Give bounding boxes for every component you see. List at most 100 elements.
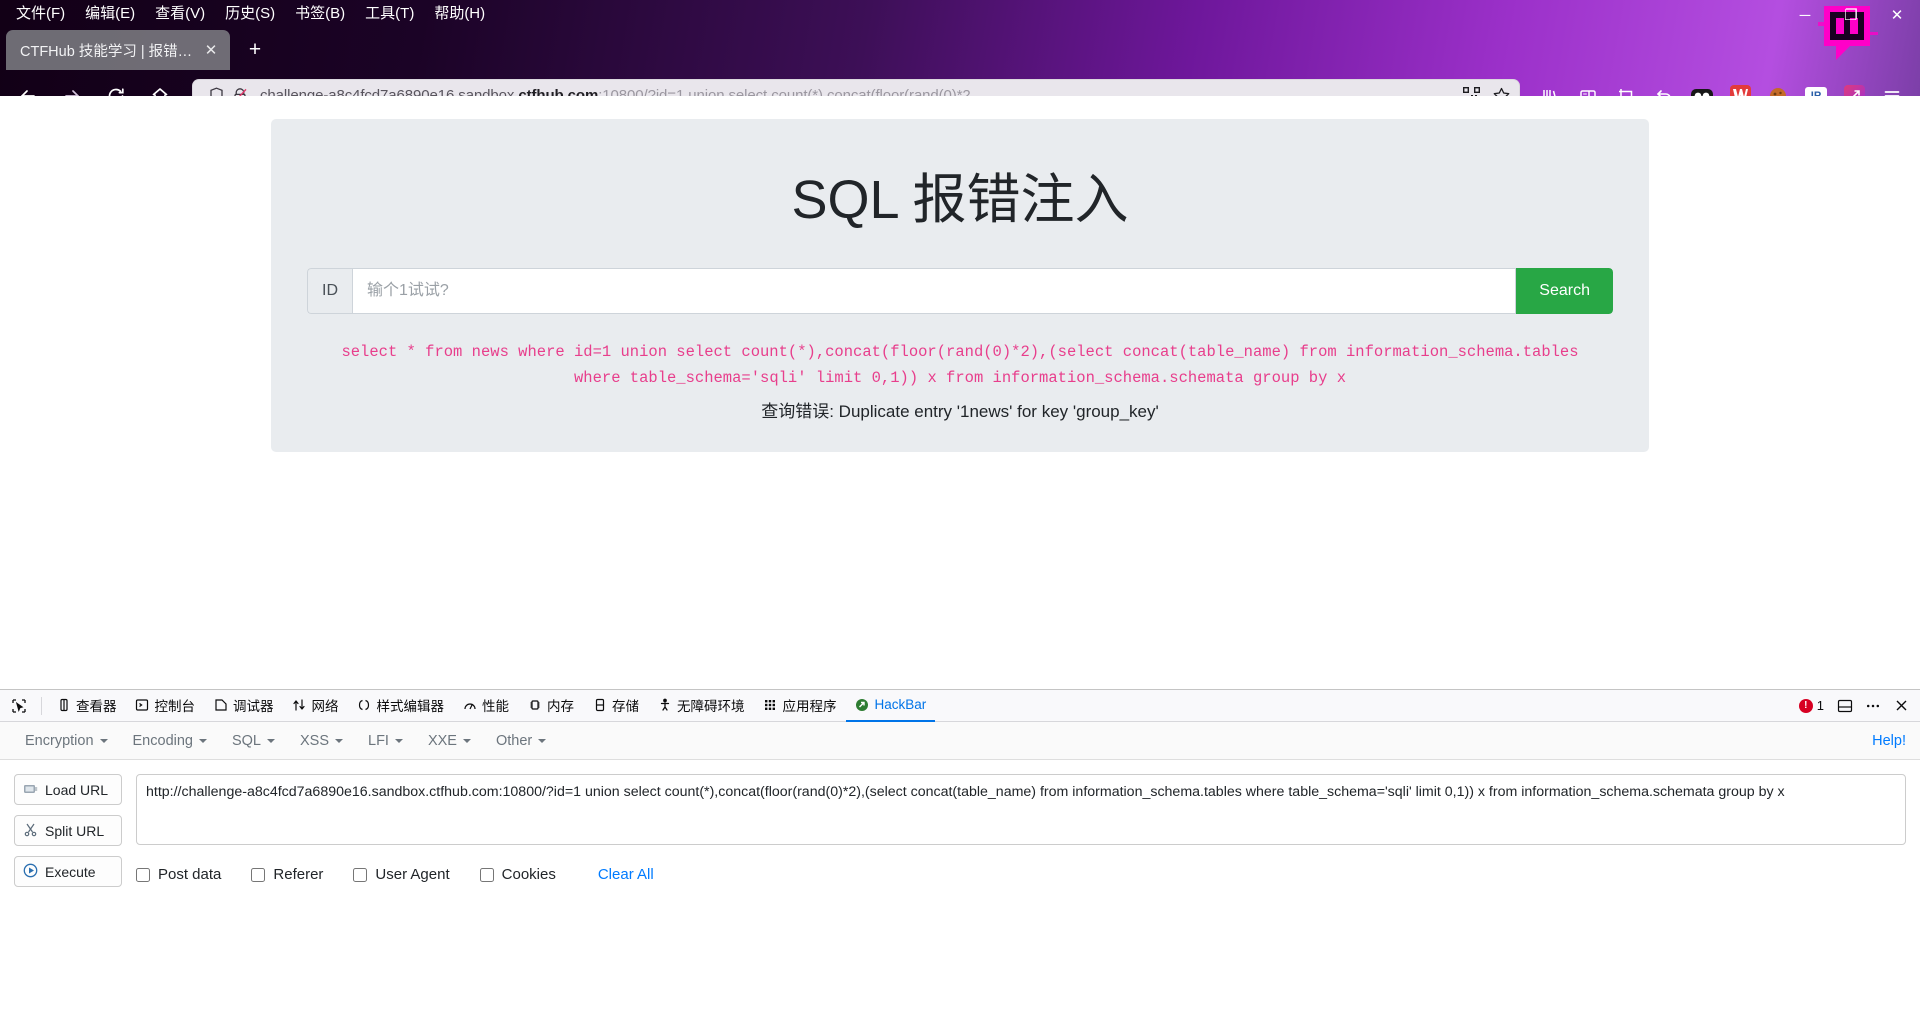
devtools-tab-style-editor[interactable]: 样式编辑器 [348, 690, 454, 722]
extension-toolbar: IP [1528, 78, 1910, 96]
url-bar[interactable]: challenge-a8c4fcd7a6890e16.sandbox.ctfhu… [192, 78, 1520, 96]
library-icon[interactable] [1532, 78, 1568, 96]
menu-help[interactable]: 帮助(H) [424, 1, 495, 26]
devtools-tab-storage[interactable]: 存储 [583, 690, 648, 722]
hackbar-extension-icon[interactable] [1836, 78, 1872, 96]
chevron-down-icon [267, 738, 275, 743]
sidebar-icon[interactable] [1570, 78, 1606, 96]
star-icon[interactable] [1488, 83, 1514, 96]
error-count-badge[interactable]: ! 1 [1793, 698, 1830, 713]
devtools-tab-hackbar[interactable]: HackBar [845, 690, 936, 722]
close-devtools-icon[interactable] [1888, 693, 1914, 719]
hackbar-menu-lfi[interactable]: LFI [357, 728, 414, 754]
hackbar-menu-xss[interactable]: XSS [289, 728, 354, 754]
user-agent-option[interactable]: User Agent [353, 866, 450, 883]
referer-option[interactable]: Referer [251, 866, 323, 883]
user-agent-checkbox[interactable] [353, 867, 368, 882]
url-domain: ctfhub.com [518, 87, 599, 96]
hackbar-url-textarea[interactable] [136, 774, 1906, 845]
menu-view[interactable]: 查看(V) [145, 1, 215, 26]
proxy-switchy-icon[interactable]: IP [1798, 78, 1834, 96]
url-text[interactable]: challenge-a8c4fcd7a6890e16.sandbox.ctfhu… [252, 87, 1458, 96]
devtools-tab-inspector[interactable]: 查看器 [47, 690, 126, 722]
hackbar-menu-encryption[interactable]: Encryption [14, 728, 119, 754]
navigation-bar: challenge-a8c4fcd7a6890e16.sandbox.ctfhu… [0, 72, 1920, 96]
devtools-tab-label: 样式编辑器 [376, 698, 445, 714]
devtools-tab-memory[interactable]: 内存 [518, 690, 583, 722]
devtools-tab-application[interactable]: 应用程序 [754, 690, 846, 722]
jumbotron: SQL 报错注入 ID Search select * from news wh… [271, 119, 1649, 452]
devtools-tab-label: 调试器 [233, 698, 274, 714]
dark-reader-icon[interactable] [1684, 78, 1720, 96]
chevron-down-icon [394, 738, 403, 743]
qr-code-icon[interactable] [1458, 83, 1484, 96]
devtools-tab-performance[interactable]: 性能 [453, 690, 518, 722]
close-window-button[interactable]: ✕ [1874, 0, 1920, 30]
permissions-blocked-icon[interactable] [228, 85, 252, 96]
url-suffix: :10800/?id=1 union select count(*),conca… [598, 87, 971, 96]
devtools-tab-label: 内存 [547, 698, 574, 714]
menu-tools[interactable]: 工具(T) [355, 1, 424, 26]
page-title: SQL 报错注入 [791, 170, 1129, 230]
execute-icon [23, 863, 38, 881]
devtools-tab-accessibility[interactable]: 无障碍环境 [648, 690, 754, 722]
shield-icon[interactable] [204, 85, 228, 96]
cookie-editor-icon[interactable] [1760, 78, 1796, 96]
cookies-checkbox[interactable] [479, 867, 494, 882]
clear-all-link[interactable]: Clear All [598, 866, 654, 883]
split-console-icon[interactable] [1832, 693, 1858, 719]
hackbar-help-link[interactable]: Help! [1872, 733, 1906, 749]
menu-edit[interactable]: 编辑(E) [75, 1, 145, 26]
post-data-checkbox[interactable] [136, 867, 150, 882]
hackbar-menubar: Encryption Encoding SQL XSS LFI XXE Othe… [0, 722, 1920, 760]
devtools-tab-network[interactable]: 网络 [283, 690, 348, 722]
button-label: Split URL [45, 822, 105, 839]
referer-checkbox[interactable] [251, 867, 266, 882]
search-button[interactable]: Search [1516, 268, 1613, 315]
chevron-down-icon [462, 738, 471, 743]
window-controls: ─ ❐ ✕ [1782, 0, 1920, 30]
hackbar-menu-encoding[interactable]: Encoding [122, 728, 218, 754]
load-url-button[interactable]: Load URL [14, 774, 122, 805]
app-menu-icon[interactable] [1874, 78, 1910, 96]
undo-icon[interactable] [1646, 78, 1682, 96]
wappalyzer-icon[interactable] [1722, 78, 1758, 96]
reload-button[interactable] [98, 78, 134, 96]
forward-button[interactable] [54, 78, 90, 96]
tab-close-icon[interactable]: ✕ [200, 39, 222, 61]
hackbar-menu-xxe[interactable]: XXE [417, 728, 482, 754]
search-form: ID Search [307, 268, 1613, 315]
split-url-button[interactable]: Split URL [14, 815, 122, 846]
hackbar-menu-sql[interactable]: SQL [221, 728, 286, 754]
new-tab-button[interactable]: + [238, 33, 272, 67]
devtools-tab-debugger[interactable]: 调试器 [204, 690, 283, 722]
meatball-menu-icon[interactable] [1860, 693, 1886, 719]
tab-ctfhub[interactable]: CTFHub 技能学习 | 报错注入 ✕ [6, 30, 230, 70]
error-icon: ! [1798, 698, 1813, 713]
post-data-option[interactable]: Post data [136, 866, 221, 883]
back-button[interactable] [10, 78, 46, 96]
cookies-option[interactable]: Cookies [479, 866, 556, 883]
menu-label: Other [495, 732, 533, 749]
browser-chrome: 文件(F) 编辑(E) 查看(V) 历史(S) 书签(B) 工具(T) 帮助(H… [0, 0, 1920, 96]
hackbar-body: Load URL Split URL Execute Post dat [0, 760, 1920, 1032]
style-editor-icon [357, 697, 372, 712]
maximize-button[interactable]: ❐ [1828, 0, 1874, 30]
menu-bookmarks[interactable]: 书签(B) [285, 1, 355, 26]
hackbar-menu-other[interactable]: Other [485, 728, 557, 754]
menu-file[interactable]: 文件(F) [6, 1, 75, 26]
storage-icon [592, 697, 607, 712]
minimize-button[interactable]: ─ [1782, 0, 1828, 30]
element-picker-icon[interactable] [4, 692, 34, 720]
screenshot-icon[interactable] [1608, 78, 1644, 96]
devtools-tab-console[interactable]: 控制台 [126, 690, 205, 722]
menu-label: XXE [427, 732, 457, 749]
debugger-icon [213, 697, 228, 712]
menu-label: Encryption [25, 732, 94, 749]
button-label: Execute [45, 863, 96, 880]
id-input[interactable] [352, 268, 1517, 315]
tab-title: CTFHub 技能学习 | 报错注入 [20, 43, 200, 60]
execute-button[interactable]: Execute [14, 856, 122, 887]
home-button[interactable] [142, 78, 178, 96]
menu-history[interactable]: 历史(S) [215, 1, 285, 26]
